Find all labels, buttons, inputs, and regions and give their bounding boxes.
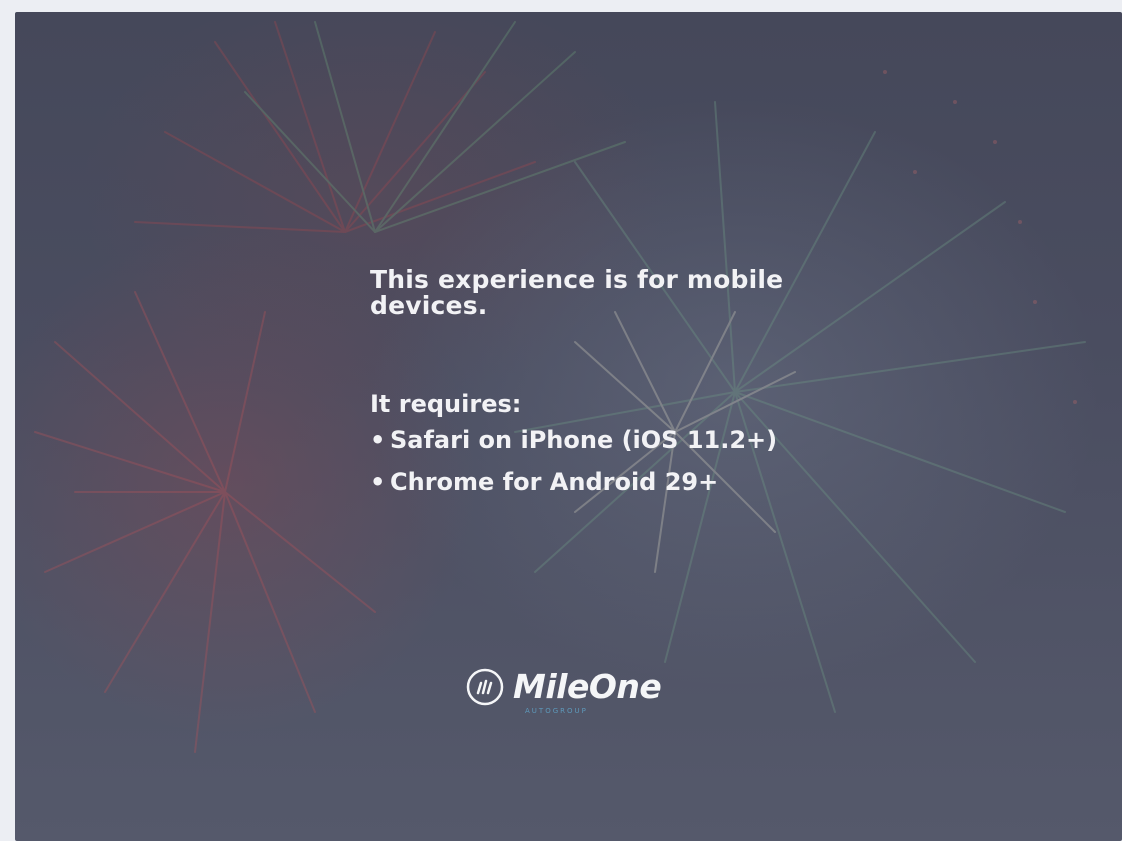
mileone-logo: MileOne AUTOGROUP — [465, 667, 705, 732]
requirements-list: • Safari on iPhone (iOS 11.2+) • Chrome … — [370, 428, 930, 494]
requires-label: It requires: — [370, 389, 522, 418]
requirement-text: Safari on iPhone (iOS 11.2+) — [390, 425, 778, 454]
message-panel: This experience is for mobile devices. I… — [370, 265, 930, 512]
fireworks-background-panel: This experience is for mobile devices. I… — [15, 12, 1122, 841]
requirement-item: • Chrome for Android 29+ — [370, 470, 930, 494]
headline-text: This experience is for mobile devices. — [370, 265, 784, 321]
bullet-glyph: • — [370, 425, 386, 454]
bullet-glyph: • — [370, 467, 386, 496]
mileone-logo-icon — [466, 668, 504, 706]
requirement-text: Chrome for Android 29+ — [390, 467, 719, 496]
logo-subtitle: AUTOGROUP — [525, 707, 588, 715]
logo-wordmark: MileOne — [513, 667, 662, 706]
requirement-item: • Safari on iPhone (iOS 11.2+) — [370, 428, 930, 452]
